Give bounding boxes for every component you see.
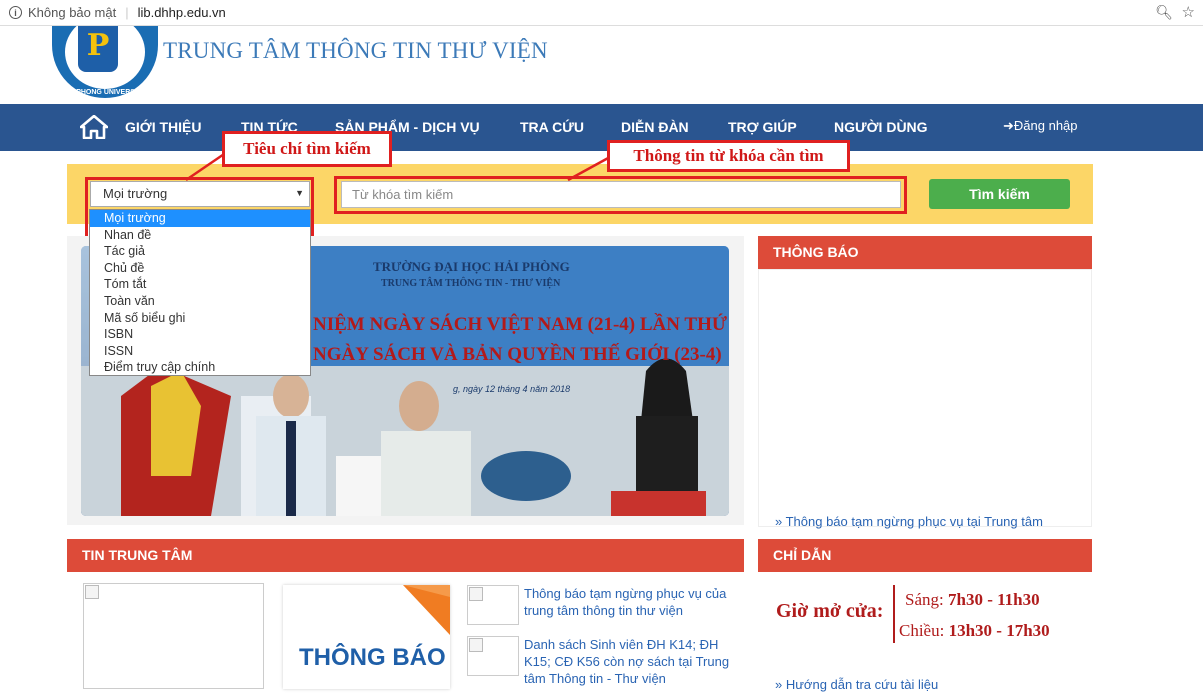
notice-link[interactable]: » Thông báo tạm ngừng phục vụ tại Trung … (775, 514, 1043, 529)
afternoon-time: 13h30 - 17h30 (948, 621, 1050, 640)
option-title[interactable]: Nhan đề (90, 227, 310, 244)
site-header: P HAIPHONG UNIVERSITY TRUNG TÂM THÔNG TI… (0, 26, 1203, 104)
option-subject[interactable]: Chủ đề (90, 260, 310, 277)
broken-image-icon (469, 638, 483, 652)
news-thumb-1[interactable] (467, 585, 519, 625)
banner-line-4: NGÀY SÁCH VÀ BẢN QUYỀN THẾ GIỚI (23-4) (313, 343, 722, 365)
notice-heading: THÔNG BÁO (758, 236, 1092, 269)
option-author[interactable]: Tác giả (90, 243, 310, 260)
notice-graphic: THÔNG BÁO (299, 585, 450, 671)
banner-line-5: g, ngày 12 tháng 4 năm 2018 (453, 384, 570, 394)
address-divider: | (125, 5, 129, 20)
news-heading: TIN TRUNG TÂM (67, 539, 744, 572)
banner-line-3: NIỆM NGÀY SÁCH VIỆT NAM (21-4) LẦN THỨ 5 (313, 313, 729, 335)
news-thumb-2[interactable] (467, 636, 519, 676)
url-text[interactable]: lib.dhhp.edu.vn (138, 5, 226, 20)
news-image-1[interactable] (83, 583, 264, 689)
university-logo[interactable]: P HAIPHONG UNIVERSITY (52, 26, 158, 98)
keyword-callout: Thông tin từ khóa cần tìm (607, 140, 850, 172)
site-title[interactable]: TRUNG TÂM THÔNG TIN THƯ VIỆN (163, 38, 548, 64)
home-icon[interactable] (80, 115, 108, 139)
broken-image-icon (85, 585, 99, 599)
nav-item-about[interactable]: GIỚI THIỆU (125, 119, 202, 135)
nav-item-help[interactable]: TRỢ GIÚP (728, 119, 797, 135)
search-field-options[interactable]: Mọi trường Nhan đề Tác giả Chủ đề Tóm tắ… (89, 209, 311, 376)
banner-line-2: TRUNG TÂM THÔNG TIN - THƯ VIỆN (381, 276, 561, 289)
notice-link-text: Thông báo tạm ngừng phục vụ tại Trung tâ… (785, 514, 1043, 529)
zoom-icon[interactable]: 🔍︎ (1155, 4, 1173, 21)
nav-item-search[interactable]: TRA CỨU (520, 119, 584, 135)
info-icon[interactable]: i (9, 6, 22, 19)
browser-address-bar[interactable]: i Không bảo mật | lib.dhhp.edu.vn 🔍︎ ☆ (0, 0, 1203, 26)
hours-divider (893, 585, 895, 643)
option-record-id[interactable]: Mã số biểu ghi (90, 310, 310, 327)
option-isbn[interactable]: ISBN (90, 326, 310, 343)
afternoon-label: Chiều: (899, 621, 945, 640)
main-nav: GIỚI THIỆU TIN TỨC SẢN PHẨM - DỊCH VỤ TR… (0, 104, 1203, 151)
news-link-1[interactable]: Thông báo tạm ngừng phục vụ của trung tâ… (524, 585, 739, 619)
option-main-entry[interactable]: Điểm truy cập chính (90, 359, 310, 376)
nav-item-user[interactable]: NGƯỜI DÙNG (834, 119, 928, 135)
logo-text: HAIPHONG UNIVERSITY (64, 89, 146, 96)
morning-label: Sáng: (905, 590, 944, 609)
option-fulltext[interactable]: Toàn văn (90, 293, 310, 310)
keyword-highlight-frame (334, 176, 907, 214)
login-link[interactable]: ➜Đăng nhập (1003, 118, 1078, 134)
afternoon-hours: Chiều: 13h30 - 17h30 (899, 621, 1050, 641)
nav-item-forum[interactable]: DIỄN ĐÀN (621, 119, 689, 135)
option-issn[interactable]: ISSN (90, 343, 310, 360)
news-link-2[interactable]: Danh sách Sinh viên ĐH K14; ĐH K15; CĐ K… (524, 636, 739, 687)
logo-mark: P (78, 26, 118, 72)
morning-time: 7h30 - 11h30 (947, 590, 1040, 609)
criteria-callout: Tiêu chí tìm kiếm (222, 131, 392, 167)
option-all-fields[interactable]: Mọi trường (90, 210, 310, 227)
broken-image-icon (469, 587, 483, 601)
guide-link[interactable]: » Hướng dẫn tra cứu tài liệu (775, 677, 938, 692)
guide-heading: CHỈ DẪN (758, 539, 1092, 572)
morning-hours: Sáng: 7h30 - 11h30 (905, 590, 1040, 610)
news-image-2[interactable]: THÔNG BÁO (283, 585, 450, 689)
banner-line-1: TRƯỜNG ĐẠI HỌC HẢI PHÒNG (373, 259, 570, 274)
guide-link-text: Hướng dẫn tra cứu tài liệu (785, 677, 939, 692)
double-chevron-icon: » (775, 677, 786, 692)
search-button[interactable]: Tìm kiếm (929, 179, 1070, 209)
bookmark-star-icon[interactable]: ☆ (1182, 3, 1195, 21)
security-label: Không bảo mật (28, 5, 117, 20)
notice-graphic-text: THÔNG BÁO (299, 643, 446, 671)
opening-hours-label: Giờ mở cửa: (776, 600, 884, 622)
login-label: Đăng nhập (1013, 118, 1078, 133)
notice-box (758, 269, 1092, 527)
login-icon: ➜ (1003, 118, 1014, 133)
double-chevron-icon: » (775, 514, 786, 529)
option-abstract[interactable]: Tóm tắt (90, 276, 310, 293)
